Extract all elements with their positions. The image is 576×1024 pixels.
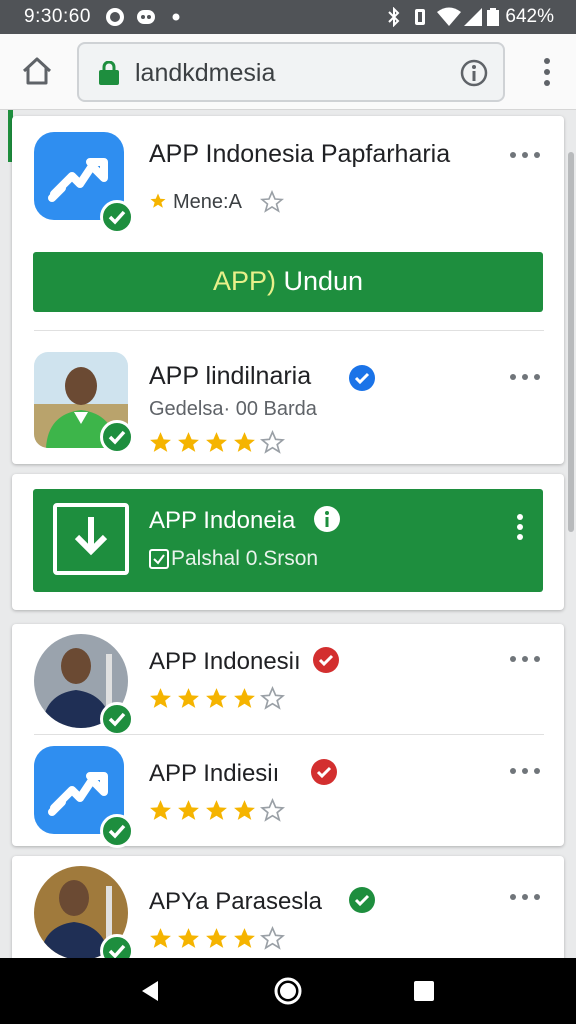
whatsapp-icon <box>106 8 124 26</box>
info-icon[interactable] <box>459 58 489 88</box>
star-filled-icon <box>150 928 171 948</box>
more-options-icon[interactable] <box>508 766 542 776</box>
battery-percent: 642% <box>505 6 554 27</box>
installed-check-icon <box>100 702 134 736</box>
star-filled-icon <box>234 688 255 708</box>
gamepad-icon <box>137 10 155 24</box>
address-bar[interactable]: landkdmesia <box>77 42 505 102</box>
vibrate-icon <box>415 9 425 25</box>
star-outline-icon <box>260 430 285 454</box>
app-name-2[interactable]: APP lindilnaria <box>149 362 311 391</box>
installed-check-icon <box>100 934 134 958</box>
rating-stars <box>148 686 288 712</box>
installed-check-icon <box>100 814 134 848</box>
app-card-4: APYa Parasesla <box>12 856 564 958</box>
install-button[interactable]: APP) Undun <box>33 252 543 312</box>
rating-label: Mene:A <box>173 191 242 213</box>
app-name-3[interactable]: APP Indonesiı <box>149 648 301 676</box>
app-row-1[interactable]: APP Indonesia Papfarharia Mene:A <box>12 132 564 242</box>
star-filled-icon <box>206 432 227 452</box>
star-outline-icon <box>260 190 284 213</box>
star-filled-icon <box>150 688 171 708</box>
checkbox-icon[interactable] <box>149 549 169 569</box>
star-filled-icon <box>206 800 227 820</box>
star-filled-icon <box>178 688 199 708</box>
promo-title: APP Indoneia <box>149 507 296 534</box>
app-row-2[interactable]: APP lindilnaria Gedelsa· 00 Barda <box>12 352 564 462</box>
verified-icon <box>313 647 339 673</box>
install-prefix: APP) <box>212 266 276 296</box>
divider <box>34 330 544 331</box>
notification-dot-icon <box>172 13 180 21</box>
info-icon[interactable] <box>313 505 341 533</box>
signal-icon <box>464 8 482 26</box>
verified-icon <box>349 365 375 391</box>
vertical-menu-icon[interactable] <box>515 513 525 541</box>
installed-check-icon <box>100 420 134 454</box>
star-filled-icon <box>234 928 255 948</box>
app-row-4[interactable]: APP Indiesiı <box>12 746 564 856</box>
app-icon-3[interactable] <box>34 634 134 736</box>
promo-card: APP Indoneia Palshal 0.Srson <box>12 474 564 610</box>
star-filled-icon <box>150 800 171 820</box>
rating-stars <box>148 926 288 952</box>
app-name-1[interactable]: APP Indonesia Papfarharia <box>149 140 450 169</box>
app-row-5[interactable]: APYa Parasesla <box>12 866 564 958</box>
scrollbar[interactable] <box>568 152 574 532</box>
home-icon[interactable] <box>20 54 54 88</box>
star-filled-icon <box>178 928 199 948</box>
app-icon-2[interactable] <box>34 352 134 454</box>
verified-icon <box>311 759 337 785</box>
installed-check-icon <box>100 200 134 234</box>
more-options-icon[interactable] <box>508 150 542 160</box>
star-outline-icon <box>260 798 285 822</box>
wifi-icon <box>437 7 461 26</box>
divider <box>34 734 544 735</box>
star-outline-icon <box>260 926 285 950</box>
install-label: Undun <box>283 266 364 296</box>
browser-toolbar: landkdmesia <box>0 34 576 110</box>
star-filled-icon <box>178 432 199 452</box>
app-icon-1[interactable] <box>34 132 134 234</box>
app-subtitle-2: Gedelsa· 00 Barda <box>149 398 317 420</box>
more-options-icon[interactable] <box>508 372 542 382</box>
overflow-menu-icon[interactable] <box>540 56 554 88</box>
lock-icon <box>99 61 119 85</box>
star-filled-icon <box>178 800 199 820</box>
system-nav-bar <box>0 958 576 1024</box>
app-name-5[interactable]: APYa Parasesla <box>149 888 322 916</box>
url-text[interactable]: landkdmesia <box>135 59 275 88</box>
app-card-1: APP Indonesia Papfarharia Mene:A APP) Un… <box>12 116 564 464</box>
promo-subtitle: Palshal 0.Srson <box>171 547 319 570</box>
app-row-3[interactable]: APP Indonesiı <box>12 634 564 744</box>
more-options-icon[interactable] <box>508 654 542 664</box>
star-icon <box>150 193 166 208</box>
status-time: 9:30:60 <box>24 6 91 27</box>
home-nav-icon[interactable] <box>272 975 304 1007</box>
battery-icon <box>487 8 499 26</box>
star-filled-icon <box>150 432 171 452</box>
bluetooth-icon <box>388 7 400 27</box>
star-filled-icon <box>234 800 255 820</box>
promo-banner[interactable]: APP Indoneia Palshal 0.Srson <box>33 489 543 592</box>
back-icon[interactable] <box>134 975 166 1007</box>
app-icon-4[interactable] <box>34 746 134 848</box>
star-filled-icon <box>206 688 227 708</box>
rating-stars <box>148 430 288 456</box>
star-filled-icon <box>234 432 255 452</box>
download-icon <box>53 503 129 575</box>
verified-icon <box>349 887 375 913</box>
star-filled-icon <box>206 928 227 948</box>
app-card-3: APP Indonesiı APP Indiesiı <box>12 624 564 848</box>
status-bar: 9:30:60 642% <box>0 0 576 34</box>
star-outline-icon <box>260 686 285 710</box>
app-icon-5[interactable] <box>34 866 134 958</box>
rating-stars <box>148 798 288 824</box>
app-name-4[interactable]: APP Indiesiı <box>149 760 279 788</box>
more-options-icon[interactable] <box>508 892 542 902</box>
recents-icon[interactable] <box>408 975 440 1007</box>
page-content: APP Indonesia Papfarharia Mene:A APP) Un… <box>0 110 576 958</box>
